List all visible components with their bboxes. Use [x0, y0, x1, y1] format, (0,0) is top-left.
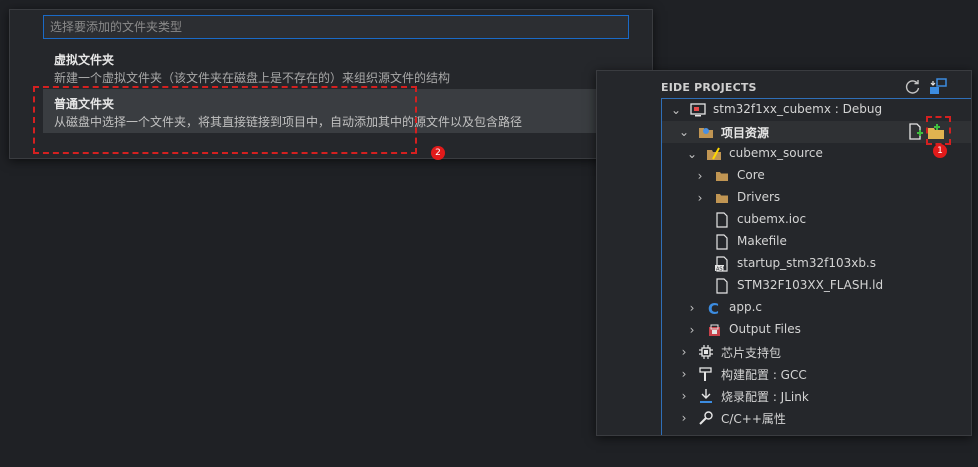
tree-item-label: 烧录配置 : JLink	[721, 390, 809, 404]
tree-item-label: 项目资源	[721, 126, 770, 140]
annotation-badge-2: 2	[431, 146, 445, 160]
tree-item-label: startup_stm32f103xb.s	[737, 256, 877, 270]
chevron-right-icon: ›	[681, 411, 687, 425]
tree-item-label: Makefile	[737, 234, 787, 248]
chevron-right-icon: ›	[697, 191, 703, 205]
tree-item-linker-file[interactable]: STM32F103XX_FLASH.ld	[662, 275, 971, 297]
tree-item-output-files[interactable]: › Output Files	[662, 319, 971, 341]
c-file-icon: C	[706, 300, 722, 318]
output-files-icon	[706, 322, 722, 338]
project-tree: ⌄ stm32f1xx_cubemx : Debug ⌄ 项目资源 ⌄ cube…	[661, 98, 971, 435]
chevron-down-icon: ⌄	[678, 125, 690, 139]
tree-item-makefile[interactable]: Makefile	[662, 231, 971, 253]
chevron-right-icon: ›	[681, 345, 687, 359]
tree-item-cubemx-source[interactable]: ⌄ cubemx_source	[662, 143, 971, 165]
tree-item-app-c[interactable]: › C app.c	[662, 297, 971, 319]
quick-pick-item-label: 虚拟文件夹	[54, 53, 115, 67]
tree-item-label: Output Files	[729, 322, 801, 336]
annotation-box-2	[33, 86, 417, 154]
quick-pick-item-virtual-folder[interactable]: 虚拟文件夹 新建一个虚拟文件夹（该文件夹在磁盘上是不存在的）来组织源文件的结构	[43, 45, 652, 89]
file-icon	[714, 212, 730, 228]
tree-item-cpp-properties[interactable]: › C/C++属性	[662, 407, 971, 429]
download-icon	[698, 388, 714, 404]
tree-item-flash-config[interactable]: › 烧录配置 : JLink	[662, 385, 971, 407]
assembly-file-icon: ASM	[714, 256, 730, 273]
annotation-box-1	[926, 116, 951, 145]
chevron-down-icon: ⌄	[686, 147, 698, 161]
tree-item-label: 芯片支持包	[721, 346, 782, 360]
tree-item-label: Drivers	[737, 190, 781, 204]
file-icon	[714, 234, 730, 250]
tree-item-label: 构建配置 : GCC	[721, 368, 807, 382]
source-folder-icon	[706, 146, 722, 162]
chevron-right-icon: ›	[689, 301, 695, 315]
chevron-right-icon: ›	[681, 367, 687, 381]
svg-text:C: C	[708, 300, 719, 316]
tree-item-label: app.c	[729, 300, 762, 314]
add-file-icon[interactable]	[907, 123, 925, 141]
file-icon	[714, 278, 730, 294]
folder-type-input[interactable]	[43, 15, 629, 39]
svg-text:ASM: ASM	[716, 267, 727, 273]
annotation-badge-1: 1	[933, 144, 947, 158]
refresh-icon[interactable]	[903, 77, 923, 97]
tree-item-startup-file[interactable]: ASM startup_stm32f103xb.s	[662, 253, 971, 275]
eide-projects-panel: EIDE PROJECTS ⌄ stm32f1xx_cubemx : Debug…	[596, 70, 972, 436]
tree-item-label: STM32F103XX_FLASH.ld	[737, 278, 884, 292]
tree-item-label: cubemx_source	[729, 146, 823, 160]
switch-project-icon[interactable]	[928, 77, 948, 97]
folder-icon	[714, 190, 730, 206]
tree-item-chip-package[interactable]: › 芯片支持包	[662, 341, 971, 363]
hammer-icon	[698, 366, 714, 382]
tree-item-drivers[interactable]: › Drivers	[662, 187, 971, 209]
chip-icon	[698, 344, 714, 360]
tree-item-build-config[interactable]: › 构建配置 : GCC	[662, 363, 971, 385]
chevron-down-icon: ⌄	[670, 103, 682, 117]
resources-icon	[698, 124, 714, 140]
tree-item-core[interactable]: › Core	[662, 165, 971, 187]
tree-item-label: cubemx.ioc	[737, 212, 807, 226]
chevron-right-icon: ›	[681, 389, 687, 403]
panel-title: EIDE PROJECTS	[661, 81, 757, 94]
chevron-right-icon: ›	[697, 169, 703, 183]
tree-item-label: Core	[737, 168, 765, 182]
chevron-right-icon: ›	[689, 323, 695, 337]
folder-icon	[714, 168, 730, 184]
project-icon	[690, 102, 706, 118]
wrench-icon	[698, 410, 714, 426]
tree-item-cubemx-ioc[interactable]: cubemx.ioc	[662, 209, 971, 231]
tree-item-label: C/C++属性	[721, 412, 786, 426]
quick-pick-item-description: 新建一个虚拟文件夹（该文件夹在磁盘上是不存在的）来组织源文件的结构	[54, 71, 451, 85]
tree-item-label: stm32f1xx_cubemx : Debug	[713, 102, 883, 116]
